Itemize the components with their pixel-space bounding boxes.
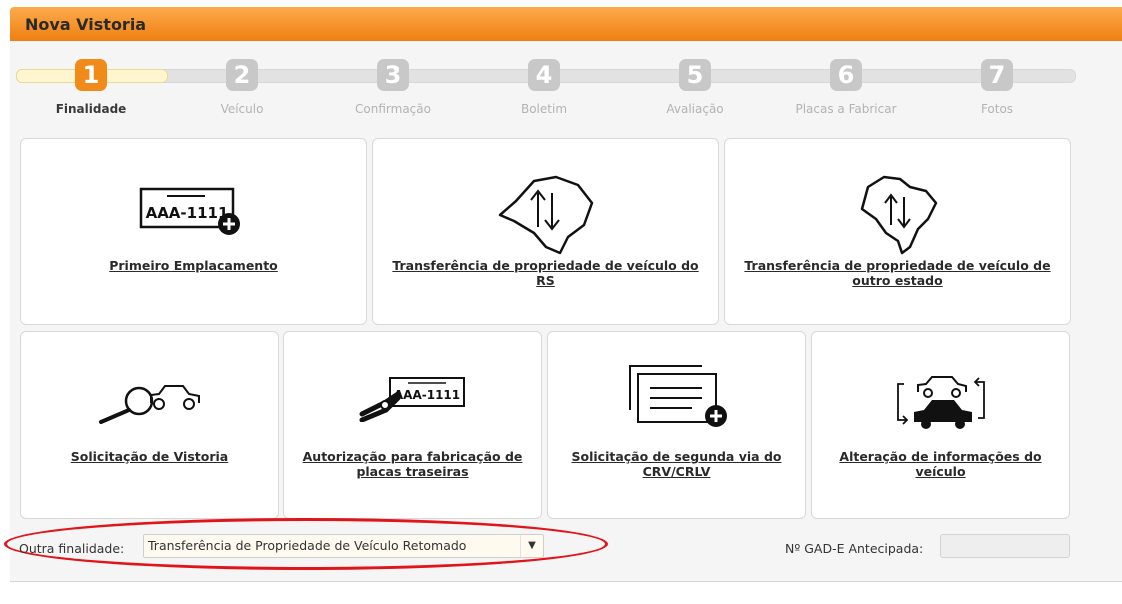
card-label[interactable]: Transferência de propriedade de veículo … <box>383 258 708 288</box>
step-boletim[interactable]: 4 Boletim <box>484 59 604 116</box>
step-label: Avaliação <box>666 102 724 116</box>
dropdown-arrow-icon[interactable]: ▼ <box>520 535 543 557</box>
plate-text: AAA-1111 <box>393 388 459 402</box>
card-segunda-via-crv[interactable]: Solicitação de segunda via do CRV/CRLV <box>547 331 806 519</box>
card-label[interactable]: Autorização para fabricação de placas tr… <box>294 449 531 479</box>
card-solicitacao-vistoria[interactable]: Solicitação de Vistoria <box>20 331 279 519</box>
step-label: Fotos <box>980 102 1014 116</box>
document-copy-add-icon <box>628 365 727 427</box>
page-title: Nova Vistoria <box>25 14 147 34</box>
card-alteracao-informacoes[interactable]: Alteração de informações do veículo <box>811 331 1070 519</box>
card-autorizacao-placas[interactable]: AAA-1111 Autorização para fabricação de … <box>283 331 542 519</box>
card-label[interactable]: Primeiro Emplacamento <box>31 258 356 273</box>
card-transferencia-rs[interactable]: Transferência de propriedade de veículo … <box>372 138 719 325</box>
step-number-1: 1 <box>75 59 107 91</box>
step-placas-a-fabricar[interactable]: 6 Placas a Fabricar <box>786 59 906 116</box>
bottom-form-bar: Outra finalidade: Transferência de Propr… <box>4 518 1112 570</box>
step-veiculo[interactable]: 2 Veículo <box>182 59 302 116</box>
magnifier-car-icon <box>98 385 200 424</box>
other-purpose-select[interactable]: Transferência de Propriedade de Veículo … <box>143 534 544 558</box>
page-header: Nova Vistoria <box>10 7 1122 41</box>
step-label: Veículo <box>220 102 264 116</box>
step-label: Boletim <box>520 102 568 116</box>
plate-text: AAA-1111 <box>145 204 228 222</box>
step-fotos[interactable]: 7 Fotos <box>937 59 1057 116</box>
step-label: Confirmação <box>355 102 431 116</box>
rs-map-transfer-icon <box>498 175 593 255</box>
other-purpose-value: Transferência de Propriedade de Veículo … <box>148 538 467 553</box>
step-avaliacao[interactable]: 5 Avaliação <box>635 59 755 116</box>
step-confirmacao[interactable]: 3 Confirmação <box>333 59 453 116</box>
step-number-2: 2 <box>226 59 258 91</box>
gad-input[interactable] <box>940 534 1070 558</box>
car-swap-icon <box>896 376 985 429</box>
plate-pliers-icon: AAA-1111 <box>359 377 465 422</box>
card-primeiro-emplacamento[interactable]: AAA-1111 Primeiro Emplacamento <box>20 138 367 325</box>
step-finalidade[interactable]: 1 Finalidade <box>31 59 151 116</box>
wizard-stepper: 1 Finalidade 2 Veículo 3 Confirmação 4 B… <box>16 59 1084 119</box>
step-number-6: 6 <box>830 59 862 91</box>
card-label[interactable]: Alteração de informações do veículo <box>822 449 1059 479</box>
card-label[interactable]: Transferência de propriedade de veículo … <box>735 258 1060 288</box>
step-number-4: 4 <box>528 59 560 91</box>
other-purpose-label: Outra finalidade: <box>19 541 125 556</box>
step-number-5: 5 <box>679 59 711 91</box>
license-plate-add-icon: AAA-1111 <box>139 187 240 235</box>
step-number-7: 7 <box>981 59 1013 91</box>
step-label: Placas a Fabricar <box>795 102 897 116</box>
gad-label: Nº GAD-E Antecipada: <box>785 541 924 556</box>
step-number-3: 3 <box>377 59 409 91</box>
brazil-map-transfer-icon <box>860 175 937 255</box>
card-transferencia-outro-estado[interactable]: Transferência de propriedade de veículo … <box>724 138 1071 325</box>
step-label: Finalidade <box>55 102 127 116</box>
card-label[interactable]: Solicitação de Vistoria <box>31 449 268 464</box>
main-panel: 1 Finalidade 2 Veículo 3 Confirmação 4 B… <box>10 41 1122 582</box>
card-label[interactable]: Solicitação de segunda via do CRV/CRLV <box>558 449 795 479</box>
